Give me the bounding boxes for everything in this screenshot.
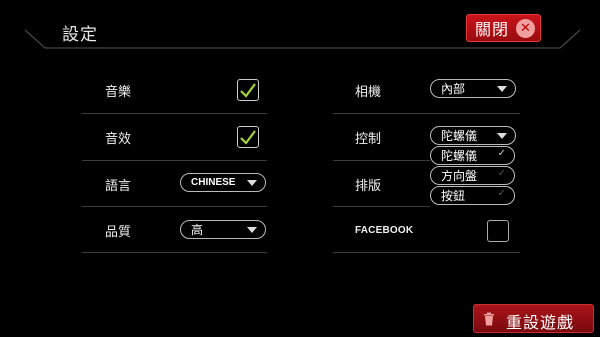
control-dropdown[interactable]: 陀螺儀 <box>430 126 516 145</box>
chevron-down-icon <box>497 133 507 139</box>
layout-label: 排版 <box>355 179 382 194</box>
camera-dropdown[interactable]: 內部 <box>430 79 516 98</box>
control-option[interactable]: 按鈕 ✓ <box>430 186 515 205</box>
check-icon: ✓ <box>497 148 506 159</box>
check-icon <box>240 130 256 145</box>
option-label: 按鈕 <box>441 189 466 203</box>
control-option[interactable]: 陀螺儀 ✓ <box>430 146 515 165</box>
quality-label: 品質 <box>105 225 132 240</box>
control-label: 控制 <box>355 132 382 147</box>
language-dropdown[interactable]: CHINESE <box>180 173 266 192</box>
divider <box>333 206 430 207</box>
divider <box>333 160 430 161</box>
sfx-label: 音效 <box>105 132 132 147</box>
divider <box>333 113 520 114</box>
close-button-label: 關閉 <box>475 20 510 39</box>
language-value: CHINESE <box>191 177 236 188</box>
language-label: 語言 <box>105 179 132 194</box>
close-button[interactable]: 關閉 ✕ <box>466 14 541 42</box>
music-checkbox[interactable] <box>237 79 259 101</box>
check-icon: ✓ <box>497 168 506 179</box>
option-label: 方向盤 <box>441 169 478 183</box>
divider <box>82 206 267 207</box>
option-label: 陀螺儀 <box>441 149 478 163</box>
quality-value: 高 <box>191 223 204 237</box>
facebook-checkbox[interactable] <box>487 220 509 242</box>
reset-game-button[interactable]: 重設遊戲 <box>473 304 594 333</box>
divider <box>82 160 267 161</box>
control-option[interactable]: 方向盤 ✓ <box>430 166 515 185</box>
facebook-label: FACEBOOK <box>355 225 414 236</box>
divider <box>82 252 267 253</box>
chevron-down-icon <box>247 180 257 186</box>
check-icon <box>240 83 256 98</box>
page-title: 設定 <box>62 25 98 45</box>
check-icon: ✓ <box>497 188 506 199</box>
chevron-down-icon <box>247 227 257 233</box>
camera-label: 相機 <box>355 85 382 100</box>
quality-dropdown[interactable]: 高 <box>180 220 266 239</box>
reset-game-label: 重設遊戲 <box>506 313 575 332</box>
divider <box>82 113 267 114</box>
camera-value: 內部 <box>441 82 466 96</box>
divider <box>333 252 520 253</box>
trash-icon <box>484 312 494 326</box>
music-label: 音樂 <box>105 85 132 100</box>
control-value: 陀螺儀 <box>441 129 478 143</box>
close-icon: ✕ <box>516 19 535 38</box>
sfx-checkbox[interactable] <box>237 126 259 148</box>
chevron-down-icon <box>497 86 507 92</box>
